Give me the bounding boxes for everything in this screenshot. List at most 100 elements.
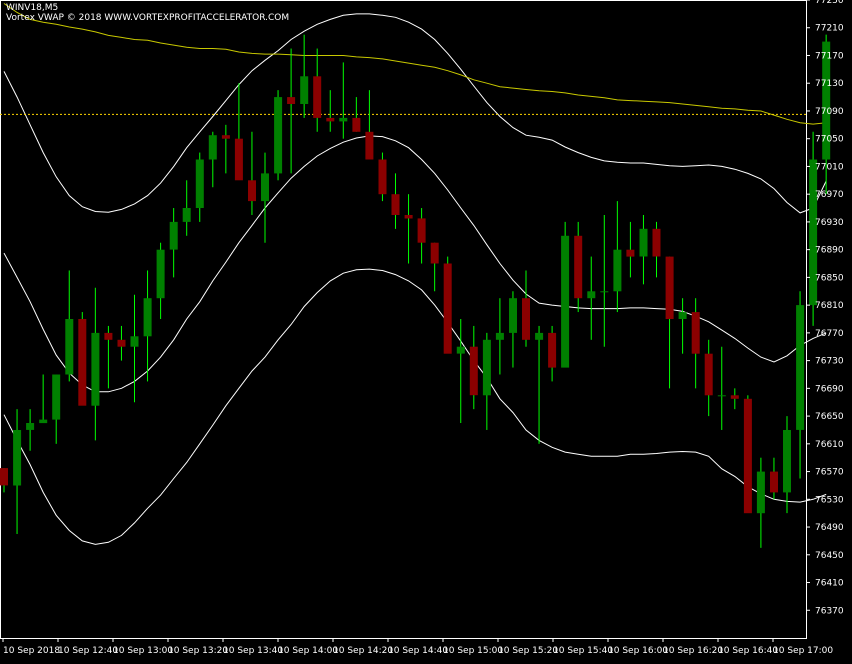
candle-body [404, 215, 413, 219]
candle-body [274, 97, 283, 174]
price-tick-label: 76410 [815, 579, 844, 589]
price-tick-label: 77010 [815, 162, 844, 172]
candle-body [561, 235, 570, 368]
candle-body [639, 228, 648, 257]
candle-body [352, 117, 361, 132]
candle-body [39, 419, 48, 424]
time-axis: 10 Sep 201810 Sep 12:4010 Sep 13:0010 Se… [2, 638, 833, 656]
time-tick-label: 10 Sep 13:40 [223, 646, 283, 656]
price-tick-label: 77210 [815, 24, 844, 34]
price-tick-label: 76370 [815, 606, 844, 616]
candle-body [248, 180, 256, 202]
candle-body [730, 395, 739, 399]
candle-body [195, 159, 204, 208]
price-tick-label: 76810 [815, 301, 844, 311]
candle-body [770, 471, 778, 493]
candle-body [430, 242, 439, 264]
candle-body [691, 312, 700, 354]
candle-body [339, 117, 348, 122]
candle-body [234, 138, 243, 181]
candle-body [326, 117, 335, 122]
candle-body [91, 332, 100, 406]
candle-body [482, 339, 491, 396]
candle-body [182, 208, 191, 222]
time-tick-label: 10 Sep 12:40 [58, 646, 118, 656]
candle-body [678, 312, 687, 319]
time-tick-label: 10 Sep 14:00 [278, 646, 338, 656]
candle-body [0, 468, 8, 486]
candle-body [391, 194, 400, 215]
candle-body [652, 228, 661, 257]
candle-body [743, 398, 752, 514]
time-tick-label: 10 Sep 16:00 [608, 646, 668, 656]
chart-area[interactable]: 77250 77210 77170 77130 77090 77050 77010 76970… [0, 0, 852, 660]
price-tick-label: 77170 [815, 51, 844, 61]
candle-body [469, 346, 478, 396]
time-tick-label: 10 Sep 14:40 [388, 646, 448, 656]
candle-body [495, 332, 504, 340]
candle-body [783, 430, 791, 493]
time-tick-label: 10 Sep 15:40 [553, 646, 613, 656]
time-tick-label: 10 Sep 14:20 [333, 646, 393, 656]
price-tick-label: 77050 [815, 135, 844, 145]
price-tick-label: 76890 [815, 246, 844, 256]
candle-body [522, 298, 530, 340]
candle-body [378, 159, 387, 195]
candle-body [443, 263, 452, 354]
candle-body [130, 336, 139, 347]
candle-body [300, 76, 309, 104]
candle-body [665, 256, 674, 319]
candle-body [208, 135, 217, 160]
indicator-label: Vortex VWAP © 2018 WWW.VORTEXPROFITACCEL… [6, 13, 290, 23]
time-tick-label: 10 Sep 16:40 [718, 646, 778, 656]
candle-body [626, 249, 635, 257]
price-tick-label: 77090 [815, 107, 844, 117]
candle-body [104, 332, 113, 340]
time-tick-label: 10 Sep 15:00 [443, 646, 503, 656]
candle-body [717, 395, 726, 397]
plot-frame [0, 0, 807, 639]
candle-body [587, 291, 596, 299]
price-tick-label: 76610 [815, 440, 844, 450]
candle-body [365, 131, 374, 160]
price-tick-label: 76490 [815, 523, 844, 533]
candle-body [613, 249, 622, 292]
candle-body [417, 218, 426, 243]
price-tick-label: 76530 [815, 495, 844, 505]
price-tick-label: 76970 [815, 190, 844, 200]
candle-body [78, 319, 87, 406]
price-tick-label: 76850 [815, 273, 844, 283]
candle-body [221, 135, 230, 139]
candle-body [169, 221, 178, 250]
time-tick-label: 10 Sep 13:00 [113, 646, 173, 656]
candle-body [26, 423, 35, 430]
time-tick-label: 10 Sep 15:20 [498, 646, 558, 656]
symbol-label: WINV18,M5 [6, 3, 59, 13]
candle-body [756, 471, 765, 514]
price-tick-label: 76570 [815, 468, 844, 478]
time-tick-label: 10 Sep 13:20 [168, 646, 228, 656]
candle-body [509, 298, 517, 333]
price-tick-label: 76690 [815, 384, 844, 394]
candle-body [13, 430, 22, 486]
candle-body [287, 97, 296, 104]
candle-body [456, 346, 465, 354]
price-tick-label: 77130 [815, 79, 844, 89]
candle-body [65, 319, 74, 375]
candle-body [52, 374, 61, 420]
candle-body [704, 353, 713, 396]
candle-body [600, 291, 609, 293]
candle-body [261, 173, 269, 202]
price-tick-label: 77250 [815, 0, 844, 6]
candle-body [574, 235, 583, 299]
candle-body [548, 332, 557, 368]
price-tick-label: 76930 [815, 218, 844, 228]
candle-body [143, 298, 152, 337]
price-tick-label: 76650 [815, 412, 844, 422]
candle-body [156, 249, 165, 299]
time-tick-label: 10 Sep 2018 [3, 646, 60, 656]
candle-body [535, 332, 544, 340]
price-tick-label: 76450 [815, 551, 844, 561]
candle-body [796, 305, 805, 430]
time-tick-label: 10 Sep 17:00 [773, 646, 833, 656]
